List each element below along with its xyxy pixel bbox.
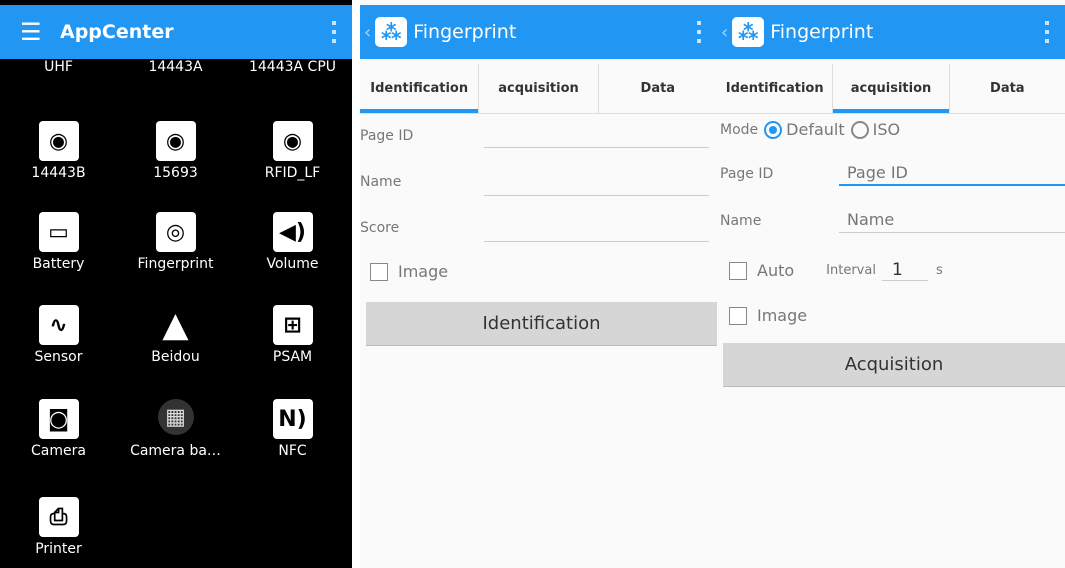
camera-icon: ◙: [38, 399, 79, 439]
fingerprint-toolbar: ‹ ⁂ Fingerprint: [360, 5, 717, 59]
app-beidou[interactable]: ▲ Beidou: [117, 305, 234, 365]
image-checkbox-row[interactable]: Image: [370, 262, 717, 281]
appcenter-toolbar: ☰ AppCenter: [0, 5, 352, 59]
mode-label: Mode: [720, 121, 759, 138]
app-camera[interactable]: ◙ Camera: [0, 399, 117, 459]
identification-button[interactable]: Identification: [366, 302, 717, 346]
fingerprint-title: Fingerprint: [413, 21, 517, 43]
app-nfc[interactable]: N) NFC: [234, 399, 351, 459]
tab-acquisition[interactable]: acquisition: [833, 64, 950, 113]
rfid-card-icon: ◉: [155, 121, 196, 161]
mode-iso-label: ISO: [872, 120, 901, 139]
app-15693[interactable]: ◉ 15693: [117, 121, 234, 181]
fingerprint-toolbar: ‹ ⁂ Fingerprint: [717, 5, 1065, 59]
image-checkbox[interactable]: [370, 262, 388, 281]
app-14443a[interactable]: 14443A: [117, 59, 234, 75]
fingerprint-icon: ◎: [155, 212, 196, 252]
tab-identification[interactable]: Identification: [360, 64, 480, 113]
app-14443a-cpu[interactable]: 14443A CPU: [234, 59, 351, 75]
interval-unit: s: [935, 263, 943, 278]
psam-card-icon: ⊞: [272, 305, 313, 345]
app-psam[interactable]: ⊞ PSAM: [234, 305, 351, 365]
rfid-card-icon: ◉: [272, 121, 313, 161]
auto-checkbox[interactable]: [729, 261, 747, 280]
image-checkbox-label: Image: [757, 306, 808, 325]
panel-divider: [352, 0, 360, 568]
rfid-card-icon: ◉: [38, 121, 79, 161]
name-field[interactable]: [484, 170, 709, 196]
app-fingerprint[interactable]: ◎ Fingerprint: [117, 212, 234, 272]
tab-acquisition[interactable]: acquisition: [479, 64, 599, 113]
acquisition-button[interactable]: Acquisition: [723, 343, 1065, 387]
tab-bar: Identification acquisition Data: [717, 64, 1065, 114]
interval-input[interactable]: 1: [881, 260, 928, 281]
auto-label: Auto: [757, 261, 795, 280]
auto-row: Auto Interval 1 s: [729, 260, 1065, 281]
image-checkbox[interactable]: [729, 306, 747, 325]
volume-icon: ◀): [272, 212, 313, 252]
fingerprint-title: Fingerprint: [770, 21, 874, 43]
mode-default-label: Default: [786, 120, 845, 139]
overflow-menu-icon[interactable]: [332, 21, 336, 43]
name-label: Name: [360, 174, 402, 190]
app-uhf[interactable]: UHF: [0, 59, 117, 75]
tab-data[interactable]: Data: [599, 64, 717, 113]
fingerprint-acquisition-screen: ‹ ⁂ Fingerprint Identification acquisiti…: [717, 0, 1065, 568]
app-battery[interactable]: ▭ Battery: [0, 212, 117, 272]
overflow-menu-icon[interactable]: [1045, 21, 1049, 43]
app-14443b[interactable]: ◉ 14443B: [0, 121, 117, 181]
back-icon[interactable]: ‹: [721, 22, 728, 43]
printer-icon: ⎙: [38, 497, 79, 537]
interval-label: Interval: [826, 263, 876, 278]
page-id-field[interactable]: [484, 122, 709, 148]
qr-code-icon: ▦: [157, 399, 194, 435]
app-volume[interactable]: ◀) Volume: [234, 212, 351, 272]
fingerprint-app-icon: ⁂: [732, 17, 765, 47]
navigation-arrow-icon: ▲: [162, 305, 189, 345]
mode-row: Mode Default ISO: [720, 120, 1065, 139]
sensor-icon: ∿: [38, 305, 79, 345]
tab-data[interactable]: Data: [950, 64, 1065, 113]
image-checkbox-row[interactable]: Image: [729, 306, 1065, 325]
fingerprint-identification-screen: ‹ ⁂ Fingerprint Identification acquisiti…: [360, 0, 717, 568]
back-icon[interactable]: ‹: [364, 22, 371, 43]
hamburger-menu-icon[interactable]: ☰: [20, 18, 48, 46]
name-input[interactable]: [839, 207, 1065, 233]
fingerprint-app-icon: ⁂: [375, 17, 408, 47]
appcenter-title: AppCenter: [60, 21, 174, 43]
mode-default-radio[interactable]: [764, 120, 783, 139]
image-checkbox-label: Image: [398, 262, 449, 281]
tab-bar: Identification acquisition Data: [360, 64, 717, 114]
app-rfid-lf[interactable]: ◉ RFID_LF: [234, 121, 351, 181]
page-id-label: Page ID: [360, 128, 414, 144]
page-id-label: Page ID: [720, 166, 774, 182]
nfc-icon: N): [272, 399, 313, 439]
app-camera-barcode[interactable]: ▦ Camera ba…: [117, 399, 234, 459]
score-field[interactable]: [484, 216, 709, 242]
page-id-input[interactable]: [839, 160, 1065, 186]
appcenter-screen: ☰ AppCenter UHF 14443A 14443A CPU ◉ 1444…: [0, 0, 352, 568]
tab-identification[interactable]: Identification: [717, 64, 834, 113]
score-label: Score: [360, 220, 400, 236]
battery-icon: ▭: [38, 212, 79, 252]
app-printer[interactable]: ⎙ Printer: [0, 497, 117, 557]
app-sensor[interactable]: ∿ Sensor: [0, 305, 117, 365]
name-label: Name: [720, 213, 762, 229]
overflow-menu-icon[interactable]: [697, 21, 701, 43]
mode-iso-radio[interactable]: [850, 120, 869, 139]
